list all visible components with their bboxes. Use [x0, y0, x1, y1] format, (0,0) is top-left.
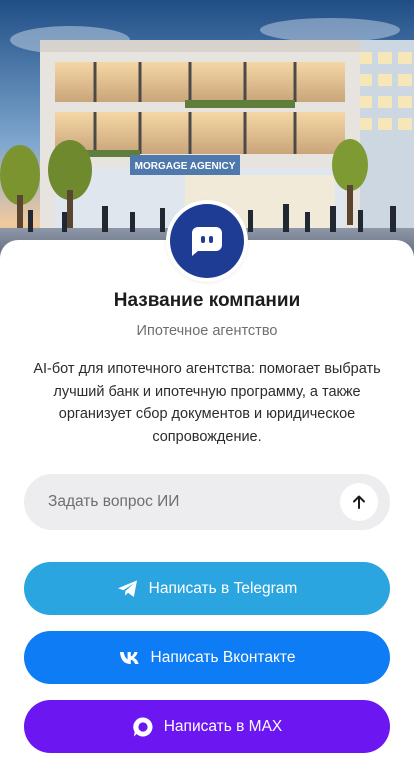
telegram-icon: [117, 579, 139, 599]
vk-icon: [119, 651, 141, 665]
vk-button[interactable]: Написать Вконтакте: [24, 631, 390, 684]
ask-ai-input[interactable]: [48, 493, 340, 511]
vk-button-label: Написать Вконтакте: [150, 648, 296, 666]
company-avatar: [166, 200, 248, 282]
company-subtitle: Ипотечное агентство: [136, 323, 278, 339]
company-description: AI-бот для ипотечного агентства: помогае…: [33, 361, 381, 445]
telegram-button-label: Написать в Telegram: [148, 579, 298, 597]
company-name: Название компании: [113, 290, 301, 311]
max-button-label: Написать в MAX: [163, 717, 283, 735]
chat-bot-icon: [170, 204, 244, 278]
arrow-up-icon: [351, 494, 367, 510]
ask-ai-bar: [24, 474, 390, 530]
max-icon: [132, 716, 154, 738]
send-button[interactable]: [340, 483, 378, 521]
telegram-button[interactable]: Написать в Telegram: [24, 562, 390, 615]
building-sign: MORGAGE AGENICY: [135, 161, 236, 172]
max-button[interactable]: Написать в MAX: [24, 700, 390, 753]
